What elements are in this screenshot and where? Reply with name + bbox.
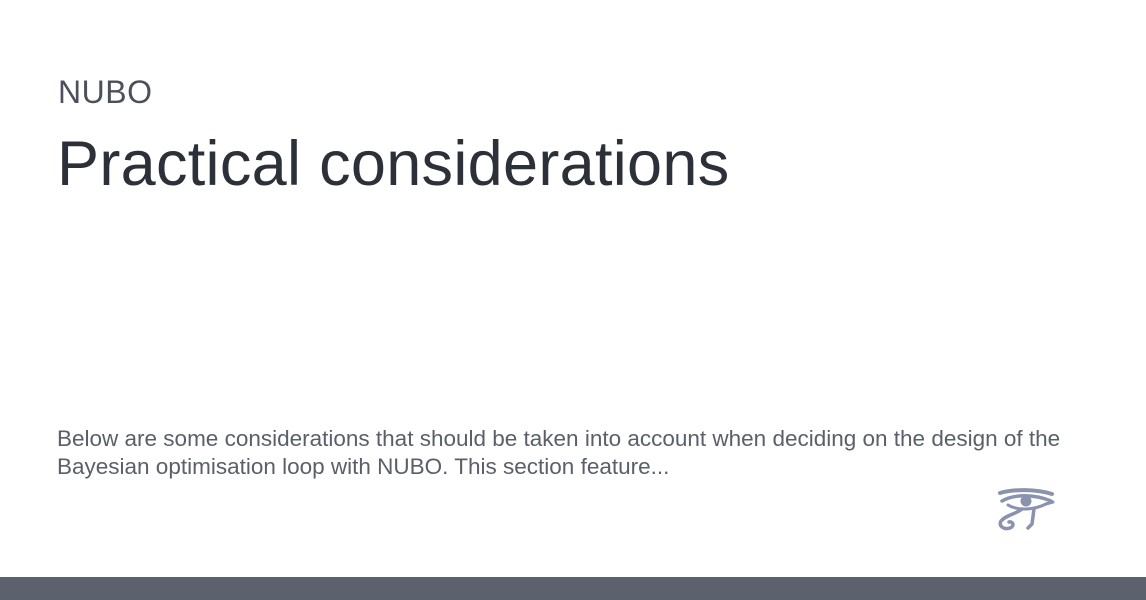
- eye-of-horus-icon: [996, 488, 1056, 534]
- page-description: Below are some considerations that shoul…: [57, 426, 1061, 479]
- page-title: Practical considerations: [57, 129, 730, 199]
- preview-card: NUBO Practical considerations Below are …: [0, 0, 1146, 577]
- site-name: NUBO: [58, 74, 153, 110]
- footer-bar: [0, 577, 1146, 600]
